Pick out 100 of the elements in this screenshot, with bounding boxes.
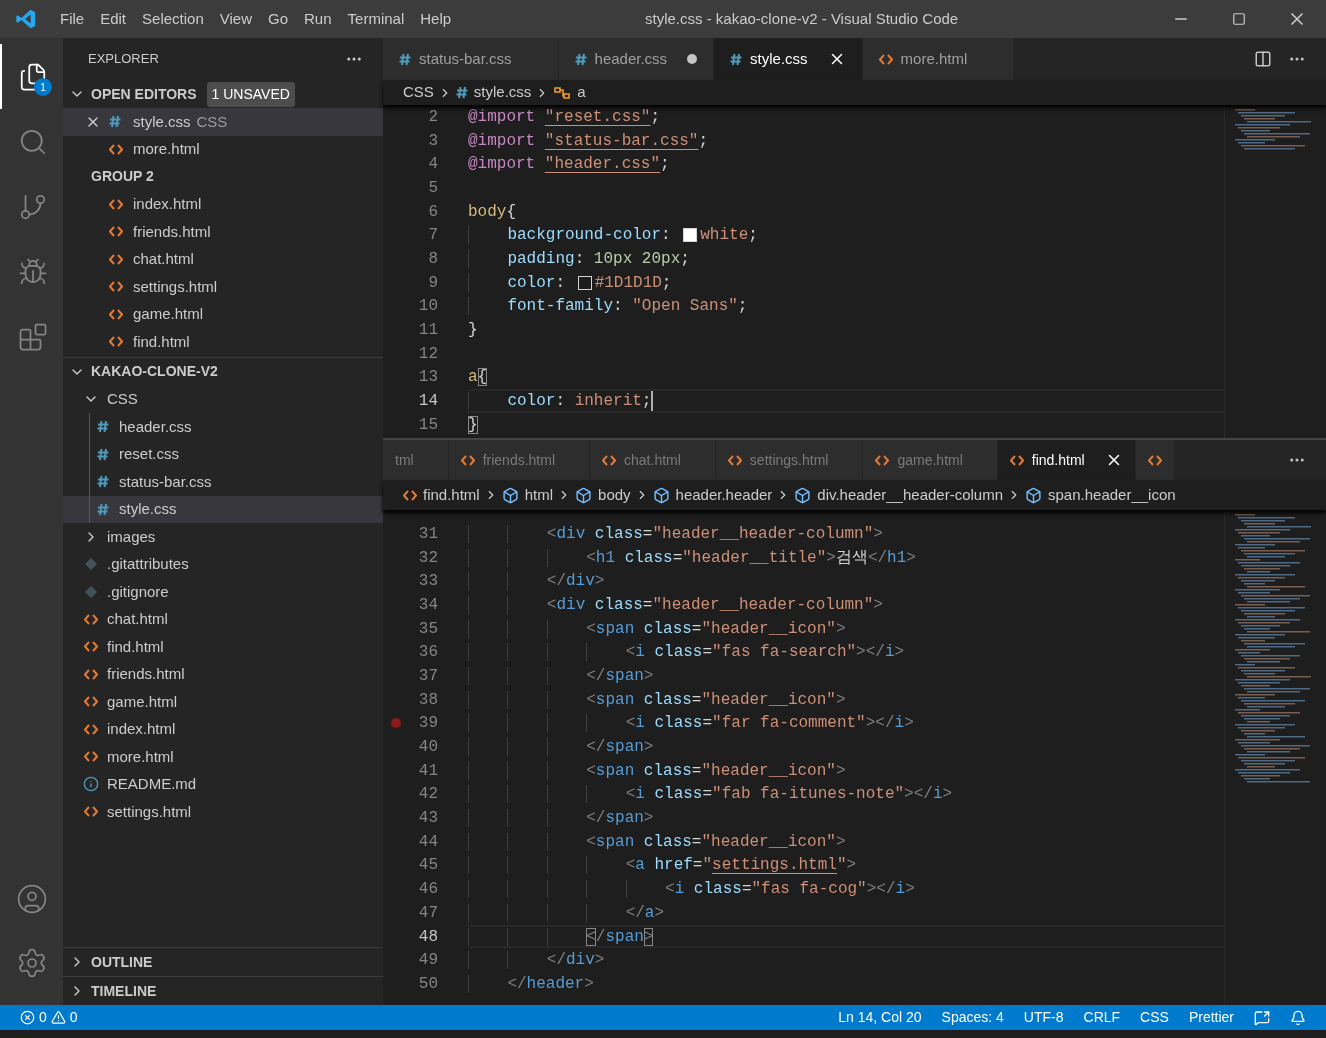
breadcrumb-item[interactable]: span.header__icon: [1048, 483, 1176, 507]
cube-icon: [1025, 486, 1043, 504]
explorer-item[interactable]: settings.html: [63, 798, 383, 826]
breadcrumb-item[interactable]: body: [598, 483, 631, 507]
line-number: 12: [418, 343, 438, 365]
menu-item[interactable]: Run: [296, 7, 340, 31]
menu-item[interactable]: File: [52, 7, 93, 31]
section-header[interactable]: KAKAO-CLONE-V2: [91, 361, 218, 382]
code-brackets-icon: [1147, 454, 1162, 466]
menu-item[interactable]: Selection: [134, 7, 212, 31]
line-number: 3: [428, 130, 438, 152]
line-number: 40: [418, 737, 438, 759]
group-title: GROUP 2: [91, 167, 154, 187]
code-text: </div>: [468, 948, 605, 973]
breadcrumb-item[interactable]: header.header: [675, 483, 773, 507]
hash-icon: [109, 115, 121, 129]
code-brackets-icon: [84, 613, 98, 625]
status-item[interactable]: CRLF: [1083, 1007, 1121, 1028]
code-text: }: [468, 320, 478, 342]
hash-icon: [399, 52, 411, 66]
diamond-icon: [84, 584, 98, 599]
menu-item[interactable]: Help: [412, 7, 460, 31]
explorer-item[interactable]: chat.html: [63, 605, 383, 633]
line-number: 43: [418, 808, 438, 830]
open-editor-item[interactable]: game.html: [63, 300, 383, 328]
explorer-item[interactable]: CSS: [63, 385, 383, 413]
status-item[interactable]: Spaces: 4: [941, 1007, 1004, 1028]
explorer-item[interactable]: style.css: [63, 495, 383, 523]
feedback-icon[interactable]: [1254, 1009, 1270, 1026]
open-editor-item[interactable]: friends.html: [63, 218, 383, 246]
explorer-item[interactable]: find.html: [63, 633, 383, 661]
explorer-item[interactable]: status-bar.css: [63, 468, 383, 496]
line-number: 15: [418, 414, 438, 436]
code-text: <i class="fas fa-cog"></i>: [468, 877, 915, 902]
language-label: CSS: [196, 111, 228, 132]
code-brackets-icon: [109, 198, 123, 210]
account-icon[interactable]: [15, 883, 48, 915]
maximize-icon[interactable]: [1232, 12, 1246, 26]
run-icon[interactable]: [17, 256, 48, 287]
code-brackets-icon: [727, 454, 742, 466]
status-item[interactable]: Ln 14, Col 20: [838, 1007, 922, 1028]
menu-item[interactable]: Terminal: [339, 7, 413, 31]
code-brackets-icon: [875, 454, 890, 466]
section-header[interactable]: TIMELINE: [91, 980, 157, 1002]
breadcrumb-item[interactable]: find.html: [423, 483, 480, 507]
warning-count[interactable]: 0: [69, 1007, 78, 1028]
cube-icon: [501, 486, 519, 504]
explorer-item[interactable]: reset.css: [63, 440, 383, 468]
split-editor-icon[interactable]: [1254, 50, 1272, 68]
explorer-item[interactable]: more.html: [63, 743, 383, 771]
editor-tab[interactable]: style.css: [714, 38, 863, 80]
editor-tab[interactable]: [1135, 440, 1175, 480]
open-editor-item[interactable]: style.css CSS: [63, 108, 383, 136]
explorer-item[interactable]: .gitignore: [63, 578, 383, 606]
line-number: 11: [418, 320, 438, 342]
explorer-item[interactable]: images: [63, 523, 383, 551]
menu-item[interactable]: Edit: [92, 7, 135, 31]
explorer-item[interactable]: friends.html: [63, 660, 383, 688]
extensions-icon[interactable]: [17, 321, 48, 352]
breadcrumb-item[interactable]: a: [577, 81, 586, 104]
editor-tab[interactable]: find.html: [997, 440, 1136, 480]
line-number: 41: [418, 760, 438, 782]
explorer-item[interactable]: index.html: [63, 715, 383, 743]
error-count[interactable]: 0: [39, 1007, 47, 1028]
explorer-item[interactable]: README.md: [63, 770, 383, 798]
open-editor-item[interactable]: more.html: [63, 135, 383, 163]
status-item[interactable]: UTF-8: [1023, 1007, 1064, 1028]
open-editor-item[interactable]: chat.html: [63, 245, 383, 273]
bell-icon[interactable]: [1290, 1009, 1306, 1026]
editor-tab[interactable]: status-bar.css: [383, 38, 559, 80]
code-text: <span class="header__icon">: [468, 687, 846, 712]
editor-tab[interactable]: more.html: [862, 38, 1015, 80]
editor-tab[interactable]: header.css: [558, 38, 715, 80]
menu-item[interactable]: View: [211, 7, 260, 31]
line-number: 2: [428, 106, 438, 128]
line-number: 49: [418, 950, 438, 972]
status-item[interactable]: CSS: [1140, 1007, 1169, 1028]
status-item[interactable]: Prettier: [1188, 1007, 1234, 1028]
code-text: body{: [468, 201, 516, 223]
explorer-item[interactable]: game.html: [63, 688, 383, 716]
breadcrumb-item[interactable]: div.header__header-column: [817, 483, 1004, 507]
open-editor-item[interactable]: index.html: [63, 190, 383, 218]
code-text: @import "reset.css";: [468, 106, 661, 128]
open-editor-item[interactable]: settings.html: [63, 273, 383, 301]
breadcrumb-item[interactable]: html: [524, 483, 554, 507]
line-number: 44: [418, 831, 438, 853]
line-number: 36: [418, 642, 438, 664]
code-brackets-icon: [109, 226, 123, 238]
section-header[interactable]: OPEN EDITORS: [91, 83, 197, 105]
breadcrumb-item[interactable]: CSS: [403, 81, 434, 104]
section-header[interactable]: OUTLINE: [91, 951, 153, 973]
code-text: color:: [468, 270, 575, 295]
open-editor-item[interactable]: find.html: [63, 328, 383, 356]
code-brackets-icon: [84, 696, 98, 708]
explorer-item[interactable]: header.css: [63, 413, 383, 441]
explorer-item[interactable]: .gitattributes: [63, 550, 383, 578]
code-text: <span class="header__icon">: [468, 829, 846, 854]
menu-item[interactable]: Go: [260, 7, 296, 31]
code-text: </a>: [468, 900, 665, 925]
breadcrumb-item[interactable]: style.css: [473, 81, 532, 104]
